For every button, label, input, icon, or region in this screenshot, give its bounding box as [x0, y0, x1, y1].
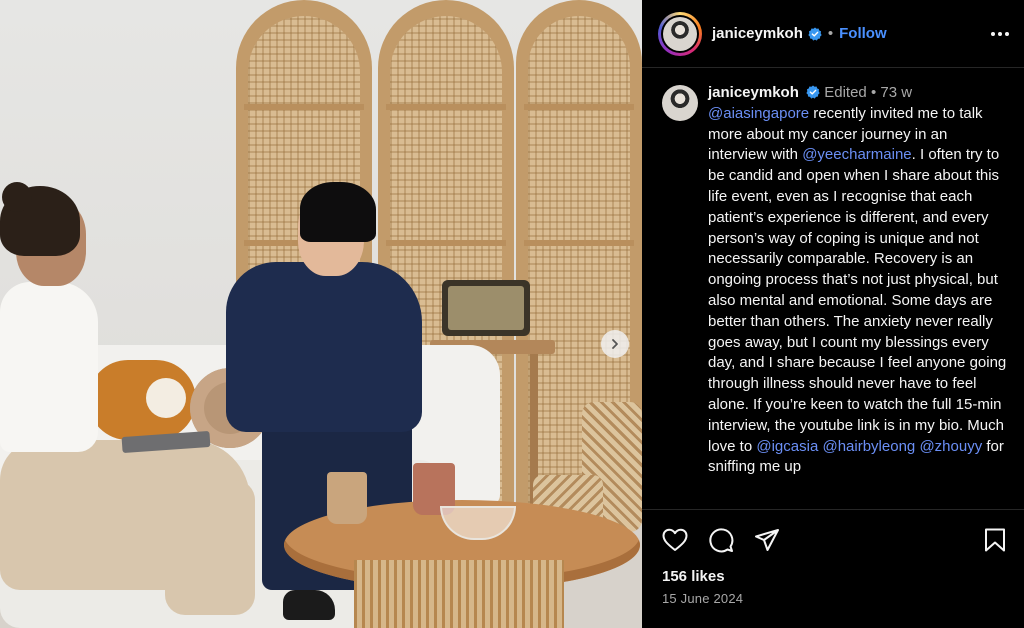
header-separator: •: [827, 25, 834, 42]
bookmark-icon[interactable]: [984, 528, 1006, 552]
comment-icon[interactable]: [708, 527, 734, 553]
carousel-next-button[interactable]: [601, 330, 629, 358]
guest-hair: [300, 182, 376, 242]
post-actions: 156 likes 15 June 2024: [642, 509, 1024, 628]
interviewer-hair: [2, 182, 32, 212]
verified-badge-icon: [806, 85, 820, 99]
mention-link[interactable]: @hairbyleong: [822, 438, 915, 455]
caption-text: janiceymkoh Edited • 73 w @aiasingapore …: [708, 83, 1008, 478]
likes-count[interactable]: 156 likes: [642, 556, 1024, 585]
avatar[interactable]: [658, 11, 702, 56]
guest-shoe: [283, 590, 335, 620]
post-date: 15 June 2024: [662, 591, 744, 606]
post-photo[interactable]: [0, 0, 642, 628]
verified-badge-icon: [808, 26, 822, 41]
caption-area[interactable]: janiceymkoh Edited • 73 w @aiasingapore …: [642, 69, 1024, 509]
mug: [327, 472, 367, 524]
post-age[interactable]: 73 w: [880, 84, 912, 101]
orange-pillow: [88, 360, 196, 440]
more-options-icon[interactable]: [990, 31, 1010, 37]
speaker: [442, 280, 530, 336]
post-sidebar: janiceymkoh • Follow janiceymkoh Edited …: [642, 0, 1024, 628]
avatar-image: [663, 16, 697, 51]
interviewer: [0, 282, 98, 452]
mention-link[interactable]: @zhouyy: [919, 438, 982, 455]
guest: [226, 262, 422, 432]
post-header: janiceymkoh • Follow: [642, 0, 1024, 68]
edited-label: Edited: [824, 84, 867, 101]
chevron-right-icon: [609, 338, 621, 350]
caption-text-segment: . I often try to be candid and open when…: [708, 146, 1007, 455]
coffee-table-base: [354, 560, 564, 628]
mention-link[interactable]: @yeecharmaine: [802, 146, 911, 163]
meta-separator: •: [870, 84, 877, 101]
heart-icon[interactable]: [662, 528, 688, 552]
interviewer-legs: [165, 480, 255, 615]
caption-username[interactable]: janiceymkoh: [708, 84, 799, 101]
header-username[interactable]: janiceymkoh: [712, 25, 803, 42]
caption-avatar[interactable]: [662, 85, 698, 121]
mention-link[interactable]: @igcasia: [756, 438, 818, 455]
mention-link[interactable]: @aiasingapore: [708, 105, 809, 122]
caption-body: @aiasingapore recently invited me to tal…: [708, 105, 1006, 476]
share-icon[interactable]: [754, 528, 780, 552]
follow-button[interactable]: Follow: [839, 25, 887, 42]
